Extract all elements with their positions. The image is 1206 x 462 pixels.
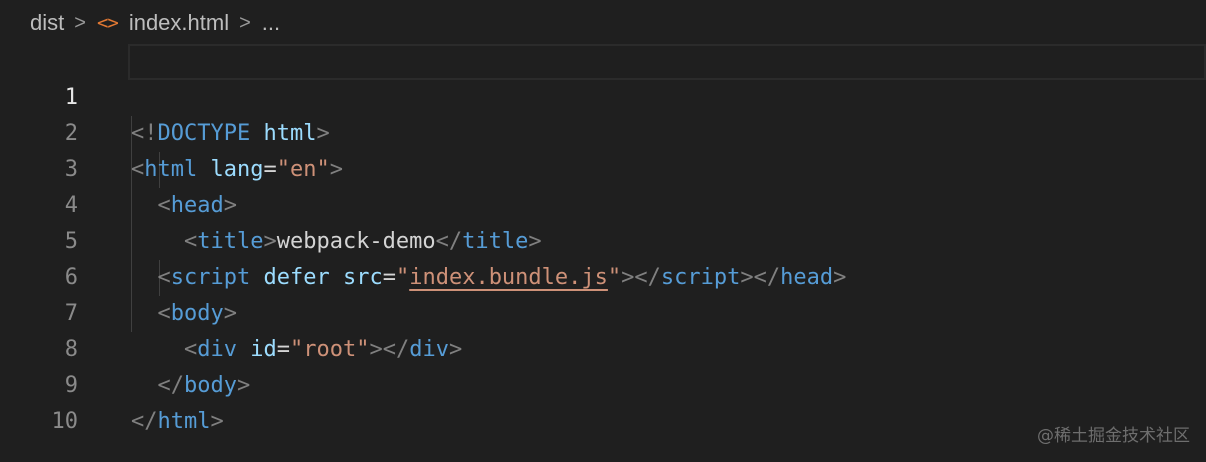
code-line-4[interactable]: 4 <title>webpack-demo</title>: [0, 152, 1206, 254]
code-line-7[interactable]: 7 <div id="root"></div>: [0, 260, 1206, 362]
code-line-1[interactable]: 1 <!DOCTYPE html>: [0, 44, 1206, 146]
chevron-right-icon: >: [239, 11, 251, 34]
code-editor[interactable]: 1 <!DOCTYPE html> 2 <html lang="en"> 3 <…: [0, 44, 1206, 434]
punctuation: >: [210, 409, 224, 434]
code-line-10[interactable]: 10: [0, 368, 1206, 434]
watermark: @稀土掘金技术社区: [1037, 426, 1190, 446]
html-file-icon: <>: [96, 12, 119, 34]
code-text: </html>: [131, 404, 224, 440]
code-line-8[interactable]: 8 </body>: [0, 296, 1206, 398]
code-line-9[interactable]: 9 </html>: [0, 332, 1206, 434]
code-line-6[interactable]: 6 <body>: [0, 224, 1206, 326]
punctuation: </: [131, 409, 158, 434]
code-line-2[interactable]: 2 <html lang="en">: [0, 80, 1206, 182]
breadcrumb: dist > <> index.html > ...: [30, 6, 280, 40]
code-line-5[interactable]: 5 <script defer src="index.bundle.js"></…: [0, 188, 1206, 290]
code-line-3[interactable]: 3 <head>: [0, 116, 1206, 218]
breadcrumb-more[interactable]: ...: [262, 10, 280, 36]
breadcrumb-folder[interactable]: dist: [30, 10, 64, 36]
tag-name: html: [157, 409, 211, 434]
breadcrumb-file[interactable]: index.html: [129, 10, 229, 36]
chevron-right-icon: >: [74, 11, 86, 34]
line-number: 10: [51, 409, 79, 434]
